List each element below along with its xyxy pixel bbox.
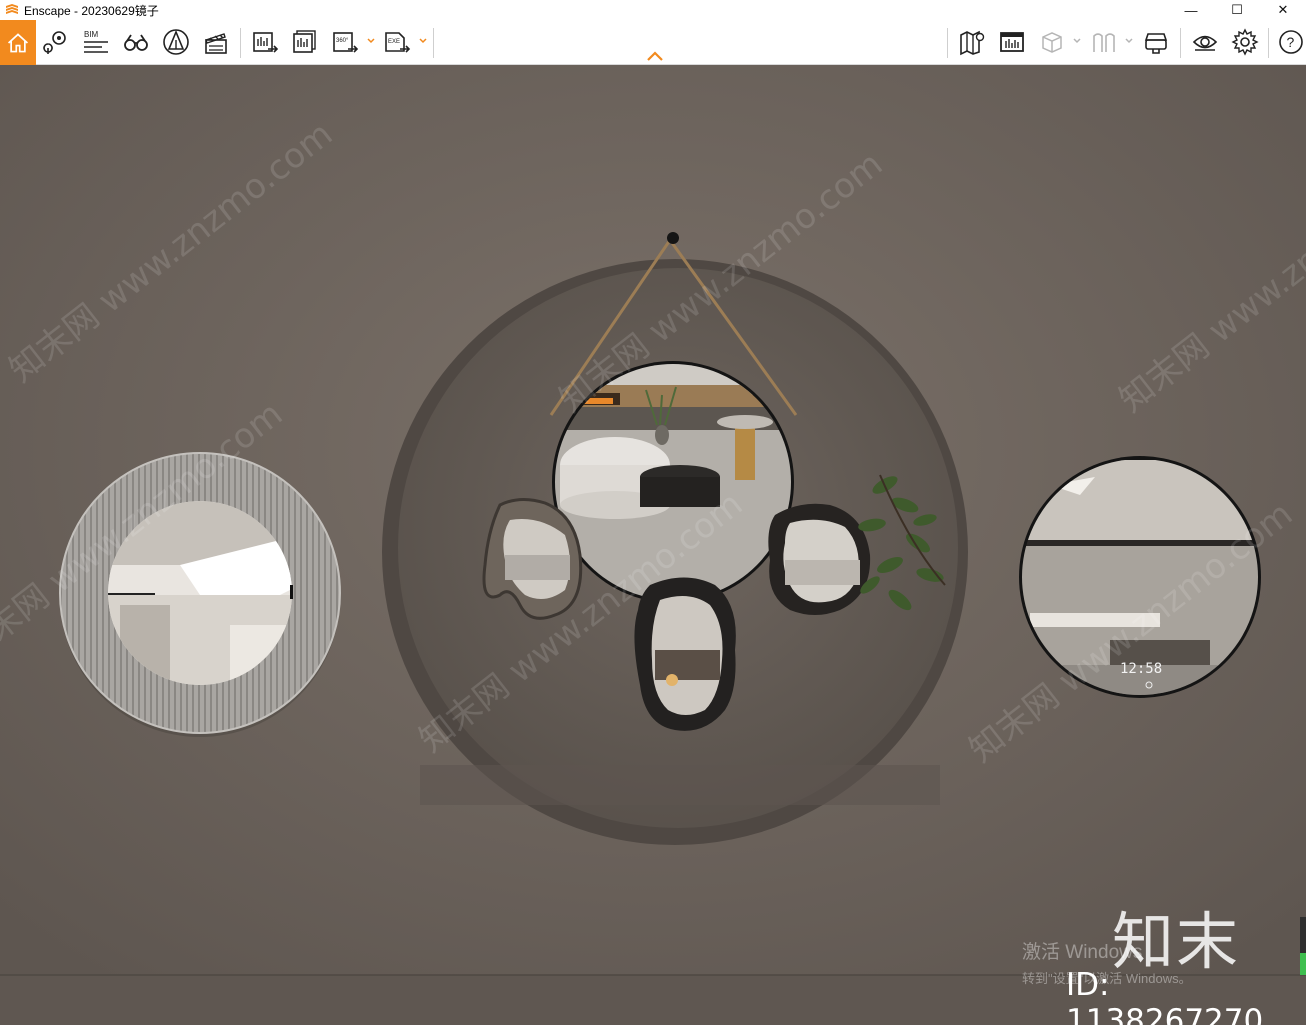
binoculars-button[interactable] <box>119 25 153 59</box>
chevron-down-icon[interactable] <box>1125 37 1133 45</box>
map-button[interactable] <box>955 25 989 59</box>
help-icon: ? <box>1279 30 1303 54</box>
views-button[interactable] <box>995 25 1029 59</box>
screenshot-icon <box>253 32 279 53</box>
settings-button[interactable] <box>1228 25 1262 59</box>
maximize-button[interactable]: ☐ <box>1214 0 1260 20</box>
map-icon <box>960 30 985 56</box>
toolbar-separator <box>1268 28 1269 58</box>
visual-settings-icon <box>1192 35 1218 51</box>
location-button[interactable] <box>39 25 73 59</box>
chevron-down-icon[interactable] <box>367 37 375 45</box>
clock-display: 12:58 <box>1120 661 1162 677</box>
enscape-logo-icon <box>6 4 18 14</box>
svg-text:EXE: EXE <box>388 39 400 45</box>
window-controls: — ☐ ✕ <box>1168 0 1306 20</box>
binoculars-icon <box>124 34 148 51</box>
minimize-button[interactable]: — <box>1168 0 1214 20</box>
bim-icon: BIM <box>84 30 108 53</box>
render-viewport[interactable]: 12:58 知末网 www.znzmo.com 知末网 www.znzmo.co… <box>0 65 1306 1025</box>
toolbar-separator <box>433 28 434 58</box>
window-title: Enscape - 20230629镜子 <box>24 3 159 18</box>
video-editor-button[interactable] <box>199 25 233 59</box>
svg-text:360°: 360° <box>336 38 349 44</box>
batch-render-button[interactable] <box>288 25 322 59</box>
screenshot-button[interactable] <box>248 25 282 59</box>
location-pin-icon <box>43 31 66 54</box>
vr-headset-button[interactable] <box>1139 25 1173 59</box>
section-icon <box>1093 33 1115 52</box>
title-bar: Enscape - 20230629镜子 — ☐ ✕ <box>0 0 1306 20</box>
asset-library-button[interactable] <box>159 25 193 59</box>
collapse-toolbar-icon[interactable] <box>646 50 664 62</box>
svg-text:?: ? <box>1287 34 1295 50</box>
cube-icon <box>1042 32 1062 53</box>
exe-export-icon: EXE <box>385 32 411 53</box>
asset-id-text: ID: 1138267270 <box>1066 967 1264 1025</box>
svg-text:BIM: BIM <box>84 30 99 39</box>
views-icon <box>1000 32 1024 52</box>
settings-icon <box>1231 28 1259 56</box>
asset-library-icon <box>163 29 189 55</box>
home-button[interactable] <box>0 20 36 65</box>
exe-export-button[interactable]: EXE <box>380 25 414 59</box>
panorama-button[interactable]: 360° <box>328 25 362 59</box>
home-icon <box>7 32 29 52</box>
chevron-down-icon[interactable] <box>1073 37 1081 45</box>
panorama-360-icon: 360° <box>333 32 359 53</box>
toolbar-separator <box>240 28 241 58</box>
toolbar-separator <box>1180 28 1181 58</box>
cube-button[interactable] <box>1035 25 1069 59</box>
organic-mirror-dark-bottom <box>634 577 736 731</box>
vr-headset-icon <box>1144 33 1168 54</box>
toolbar-separator <box>947 28 948 58</box>
side-indicator-tab[interactable] <box>1300 917 1306 975</box>
bim-button[interactable]: BIM <box>79 25 113 59</box>
organic-mirror-dark-right <box>768 503 871 615</box>
batch-render-icon <box>293 30 316 53</box>
help-button[interactable]: ? <box>1274 25 1306 59</box>
visual-settings-button[interactable] <box>1188 25 1222 59</box>
main-toolbar: BIM 360° EXE ? <box>0 20 1306 65</box>
close-button[interactable]: ✕ <box>1260 0 1306 20</box>
section-button[interactable] <box>1087 25 1121 59</box>
clapperboard-icon <box>205 33 227 54</box>
chevron-down-icon[interactable] <box>419 37 427 45</box>
